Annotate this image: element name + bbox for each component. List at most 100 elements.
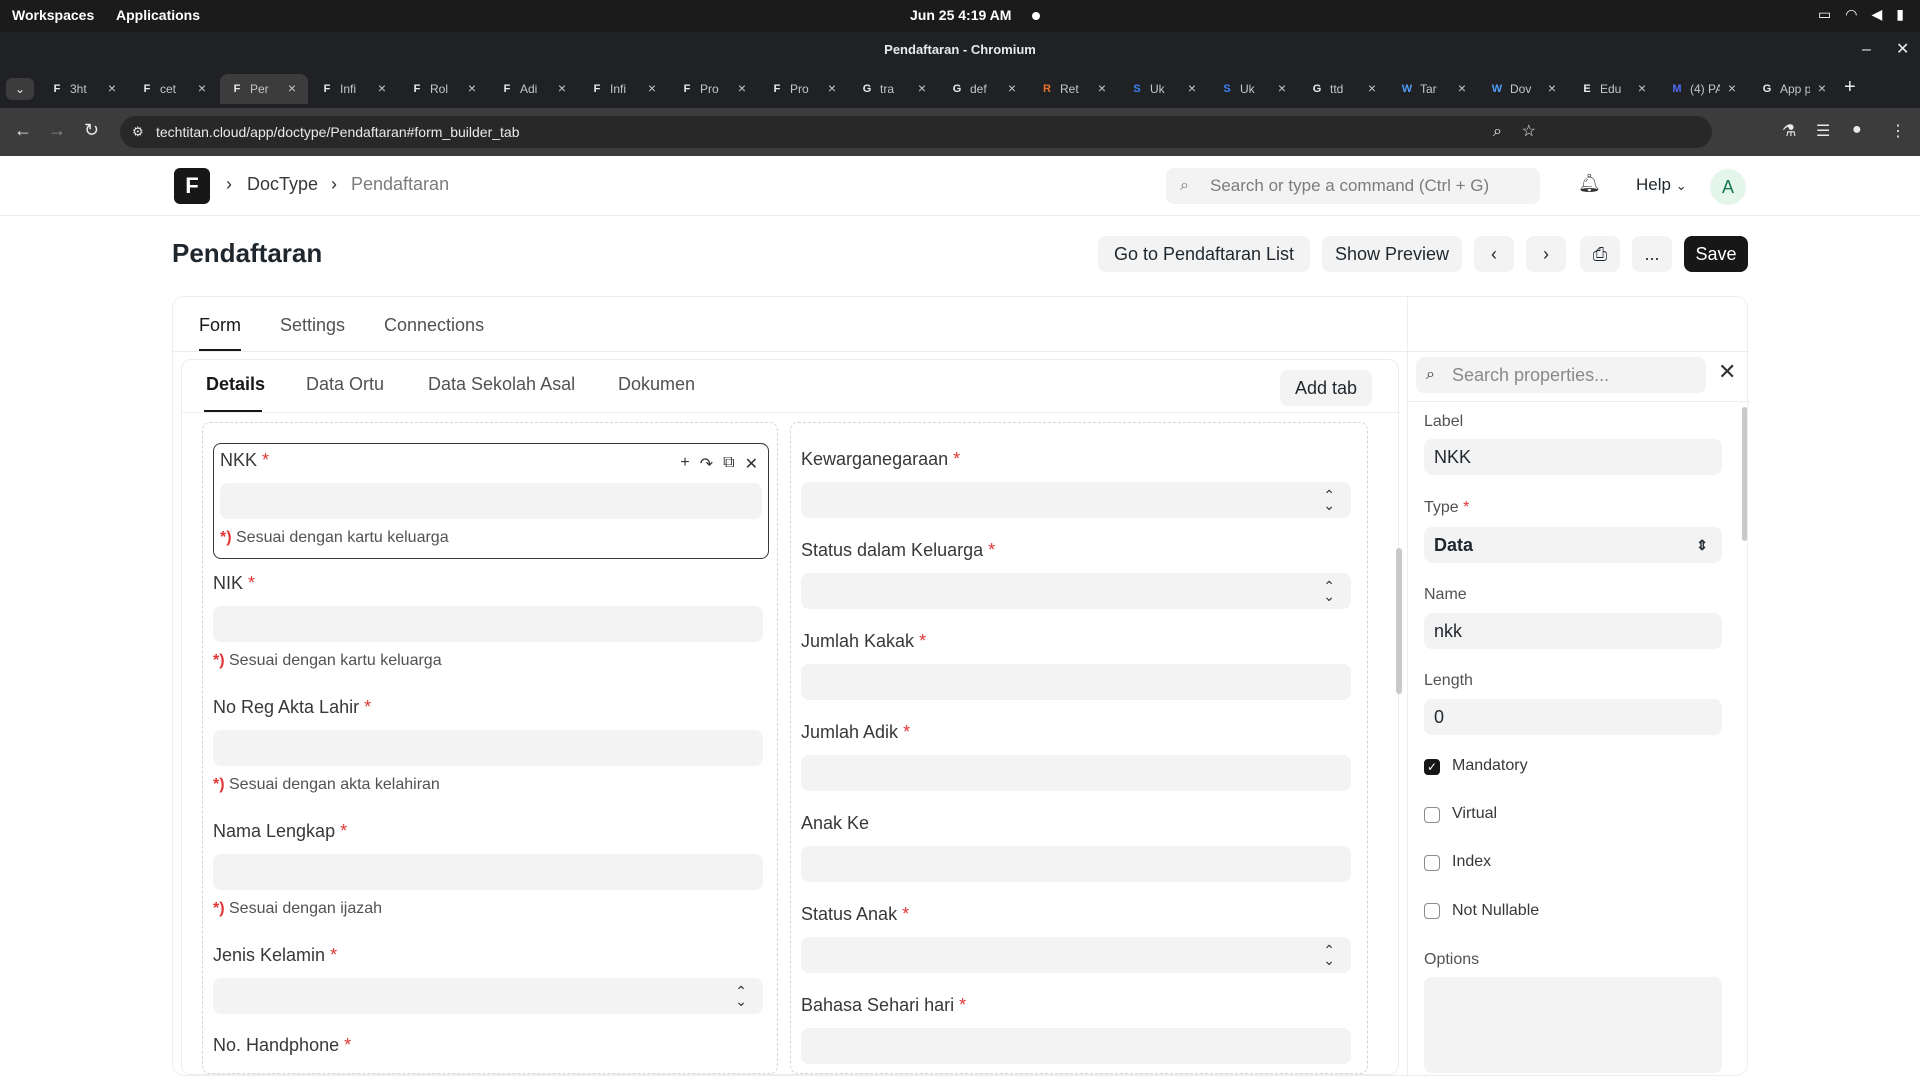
help-dropdown[interactable]: Help ⌄: [1636, 175, 1687, 195]
breadcrumb-pendaftaran[interactable]: Pendaftaran: [351, 174, 449, 195]
field-no-handphone[interactable]: No. Handphone *: [213, 1035, 763, 1056]
type-property-select[interactable]: Data ⇕: [1424, 527, 1722, 563]
browser-tab[interactable]: F Pro ×: [760, 74, 848, 104]
tab-close-icon[interactable]: ×: [198, 80, 206, 96]
field-nik[interactable]: NIK * *) Sesuai dengan kartu keluarga: [213, 573, 763, 670]
browser-tab[interactable]: G App pa ×: [1750, 74, 1838, 104]
options-property-textarea[interactable]: [1424, 977, 1722, 1073]
forward-arrow-icon[interactable]: →: [48, 120, 66, 141]
browser-tab[interactable]: F Pro ×: [670, 74, 758, 104]
field-status-dalam-keluarga[interactable]: Status dalam Keluarga * ⌃ ⌄: [801, 540, 1351, 609]
browser-tab[interactable]: F 3ht ×: [40, 74, 128, 104]
wifi-icon[interactable]: ◠: [1845, 6, 1857, 23]
tab-connections[interactable]: Connections: [384, 315, 484, 336]
tab-close-icon[interactable]: ×: [378, 80, 386, 96]
next-record-button[interactable]: ›: [1526, 236, 1566, 272]
close-window-icon[interactable]: ✕: [1896, 32, 1909, 68]
tab-form[interactable]: Form: [199, 315, 241, 336]
tab-close-icon[interactable]: ×: [288, 80, 296, 96]
volume-icon[interactable]: ◀: [1872, 6, 1883, 23]
browser-tab[interactable]: E Edu ×: [1570, 74, 1658, 104]
remove-close-icon[interactable]: ✕: [745, 454, 758, 474]
reading-list-icon[interactable]: ☰: [1816, 121, 1830, 141]
battery-icon[interactable]: ▮: [1896, 6, 1904, 23]
field-select[interactable]: ⌃ ⌄: [801, 573, 1351, 609]
site-info-icon[interactable]: ⚙: [132, 116, 144, 148]
workspaces-menu[interactable]: Workspaces: [12, 7, 94, 23]
browser-tab[interactable]: F Adi ×: [490, 74, 578, 104]
canvas-scrollbar[interactable]: [1396, 548, 1402, 694]
properties-scrollbar[interactable]: [1742, 407, 1747, 541]
notification-bell-icon[interactable]: 🔔︎: [1578, 173, 1601, 194]
browser-tab[interactable]: Gdef ×: [940, 74, 1028, 104]
show-preview-button[interactable]: Show Preview: [1322, 236, 1462, 272]
add-tab-button[interactable]: Add tab: [1280, 370, 1372, 406]
builder-tab-data-sekolah-asal[interactable]: Data Sekolah Asal: [428, 374, 575, 395]
builder-tab-details[interactable]: Details: [206, 374, 265, 395]
tab-close-icon[interactable]: ×: [1818, 80, 1826, 96]
tab-close-icon[interactable]: ×: [108, 80, 116, 96]
browser-tab[interactable]: F Infi ×: [580, 74, 668, 104]
tab-close-icon[interactable]: ×: [738, 80, 746, 96]
field-input[interactable]: [801, 755, 1351, 791]
reload-icon[interactable]: ↻: [84, 120, 99, 141]
name-property-input[interactable]: nkk: [1424, 613, 1722, 649]
browser-tab[interactable]: R Ret ×: [1030, 74, 1118, 104]
field-jenis-kelamin[interactable]: Jenis Kelamin * ⌃ ⌄: [213, 945, 763, 1014]
browser-tab[interactable]: F Infi ×: [310, 74, 398, 104]
add-field-plus-icon[interactable]: +: [680, 454, 689, 474]
minimize-icon[interactable]: –: [1862, 32, 1871, 68]
browser-menu-icon[interactable]: ⋮: [1890, 121, 1906, 141]
field-bahasa-sehari-hari[interactable]: Bahasa Sehari hari *: [801, 995, 1351, 1064]
index-checkbox[interactable]: [1424, 855, 1440, 871]
app-logo[interactable]: F: [174, 168, 210, 204]
field-input[interactable]: [801, 846, 1351, 882]
move-arrow-icon[interactable]: ↷: [700, 454, 713, 474]
back-arrow-icon[interactable]: ←: [14, 120, 32, 141]
browser-tab[interactable]: W Tar ×: [1390, 74, 1478, 104]
browser-tab[interactable]: Fcet ×: [130, 74, 218, 104]
save-button[interactable]: Save: [1684, 236, 1748, 272]
url-bar[interactable]: ⚙ techtitan.cloud/app/doctype/Pendaftara…: [120, 116, 1712, 148]
field-jumlah-kakak[interactable]: Jumlah Kakak *: [801, 631, 1351, 700]
virtual-checkbox[interactable]: [1424, 807, 1440, 823]
tab-settings[interactable]: Settings: [280, 315, 345, 336]
awesomebar-search[interactable]: ⌕ Search or type a command (Ctrl + G): [1166, 168, 1540, 204]
go-to-list-button[interactable]: Go to Pendaftaran List: [1098, 236, 1310, 272]
field-kewarganegaraan[interactable]: Kewarganegaraan * ⌃ ⌄: [801, 449, 1351, 518]
field-input[interactable]: [213, 854, 763, 890]
tab-close-icon[interactable]: ×: [1278, 80, 1286, 96]
field-select[interactable]: ⌃ ⌄: [213, 978, 763, 1014]
field-select[interactable]: ⌃ ⌄: [801, 482, 1351, 518]
not-nullable-checkbox[interactable]: [1424, 903, 1440, 919]
mandatory-checkbox[interactable]: ✓: [1424, 759, 1440, 775]
field-input[interactable]: [213, 606, 763, 642]
tab-close-icon[interactable]: ×: [558, 80, 566, 96]
previous-record-button[interactable]: ‹: [1474, 236, 1514, 272]
field-anak-ke[interactable]: Anak Ke: [801, 813, 1351, 882]
field-select[interactable]: ⌃ ⌄: [801, 937, 1351, 973]
duplicate-icon[interactable]: ⧉: [723, 454, 734, 474]
browser-tab[interactable]: S Uk ×: [1210, 74, 1298, 104]
labs-flask-icon[interactable]: ⚗: [1782, 121, 1796, 141]
length-property-input[interactable]: 0: [1424, 699, 1722, 735]
breadcrumb-doctype[interactable]: DocType: [247, 174, 318, 195]
bookmark-star-icon[interactable]: ☆: [1522, 116, 1536, 148]
browser-tab[interactable]: S Uk ×: [1120, 74, 1208, 104]
tab-close-icon[interactable]: ×: [828, 80, 836, 96]
field-no-reg-akta-lahir[interactable]: No Reg Akta Lahir * *) Sesuai dengan akt…: [213, 697, 763, 794]
browser-tab[interactable]: F Rol ×: [400, 74, 488, 104]
profile-icon[interactable]: ●: [1852, 121, 1862, 139]
tab-close-icon[interactable]: ×: [1098, 80, 1106, 96]
tab-close-icon[interactable]: ×: [918, 80, 926, 96]
field-nama-lengkap[interactable]: Nama Lengkap * *) Sesuai dengan ijazah: [213, 821, 763, 918]
more-actions-button[interactable]: ...: [1632, 236, 1672, 272]
builder-tab-dokumen[interactable]: Dokumen: [618, 374, 695, 395]
tab-close-icon[interactable]: ×: [1548, 80, 1556, 96]
browser-tab[interactable]: W Dov ×: [1480, 74, 1568, 104]
zoom-icon[interactable]: ⌕: [1493, 116, 1502, 148]
field-nkk[interactable]: NKK * + ↷ ⧉ ✕ *) Sesuai dengan kartu kel…: [213, 443, 769, 559]
screen-icon[interactable]: ▭: [1818, 6, 1831, 23]
tab-close-icon[interactable]: ×: [1728, 80, 1736, 96]
user-avatar[interactable]: A: [1710, 169, 1746, 205]
